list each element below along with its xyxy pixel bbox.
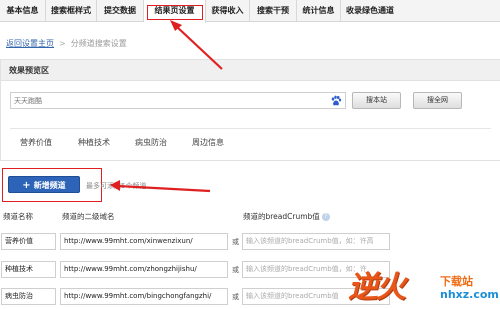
preview-heading: 效果预览区 [1, 60, 500, 81]
tab-basic-info[interactable]: 基本信息 [0, 0, 46, 22]
channel-domain-field[interactable]: http://www.99mht.com/zhongzhijishu/ [60, 261, 228, 278]
col-header-domain: 频道的二级域名 [62, 212, 115, 221]
tab-submit-data[interactable]: 提交数据 [97, 0, 144, 22]
breadcrumb: 返回设置主页 > 分频道搜索设置 [6, 38, 127, 49]
search-site-button[interactable]: 搜本站 [352, 92, 401, 109]
preview-search-box[interactable] [10, 92, 346, 109]
preview-channel-item[interactable]: 周边信息 [192, 137, 224, 148]
preview-channel-item[interactable]: 种植技术 [78, 137, 110, 148]
baidu-paw-icon [331, 95, 342, 106]
or-label: 或 [232, 266, 239, 274]
preview-panel: 效果预览区 搜本站 搜全网 营养价值 种植技术 病虫防治 周边信息 [0, 59, 500, 161]
watermark-top-text: 下载站 [440, 275, 473, 288]
tab-get-income[interactable]: 获得收入 [206, 0, 250, 22]
or-label: 或 [232, 238, 239, 246]
preview-channel-item[interactable]: 营养价值 [20, 137, 52, 148]
watermark-bottom-text: nhxz.com [440, 288, 499, 301]
breadcrumb-current: 分频道搜索设置 [70, 39, 127, 48]
tab-search-box-style[interactable]: 搜索框样式 [46, 0, 97, 22]
site-watermark: 逆火 下载站 nhxz.com [348, 262, 500, 309]
channel-domain-field[interactable]: http://www.99mht.com/bingchongfangzhi/ [60, 288, 228, 305]
table-row: 营养价值 http://www.99mht.com/xinwenzixun/ 或… [0, 233, 500, 250]
tab-green-channel[interactable]: 收录绿色通道 [341, 0, 399, 22]
col-header-breadcrumb-label: 频道的breadCrumb值 [243, 212, 320, 221]
breadcrumb-separator: > [59, 39, 66, 48]
add-channel-hint: 最多可添加5个频道 [86, 182, 147, 190]
or-label: 或 [232, 293, 239, 301]
watermark-logo: 逆火 [348, 270, 406, 305]
tab-search-intervention[interactable]: 搜索干预 [250, 0, 297, 22]
preview-search-input[interactable] [11, 93, 311, 108]
help-icon[interactable]: ? [321, 213, 330, 221]
channel-name-field[interactable]: 种植技术 [1, 261, 56, 278]
plus-icon: + [22, 180, 31, 191]
tab-statistics[interactable]: 统计信息 [297, 0, 341, 22]
tab-highlight-box [147, 5, 203, 20]
preview-channel-row: 营养价值 种植技术 病虫防治 周边信息 [10, 128, 491, 150]
channel-breadcrumb-field[interactable]: 输入该频道的breadCrumb值，如：许高 [242, 233, 390, 250]
channel-name-field[interactable]: 营养价值 [1, 233, 56, 250]
col-header-name: 频道名称 [3, 212, 33, 221]
search-web-button[interactable]: 搜全网 [413, 92, 462, 109]
add-channel-button[interactable]: + 新增频道 [8, 176, 80, 193]
channel-domain-field[interactable]: http://www.99mht.com/xinwenzixun/ [60, 233, 228, 250]
channel-name-field[interactable]: 病虫防治 [1, 288, 56, 305]
back-to-settings-link[interactable]: 返回设置主页 [6, 39, 54, 48]
col-header-breadcrumb: 频道的breadCrumb值? [243, 211, 330, 222]
top-tab-bar: 基本信息 搜索框样式 提交数据 结果页设置 获得收入 搜索干预 统计信息 收录绿… [0, 0, 500, 23]
add-channel-label: 新增频道 [33, 181, 66, 190]
preview-channel-item[interactable]: 病虫防治 [135, 137, 167, 148]
